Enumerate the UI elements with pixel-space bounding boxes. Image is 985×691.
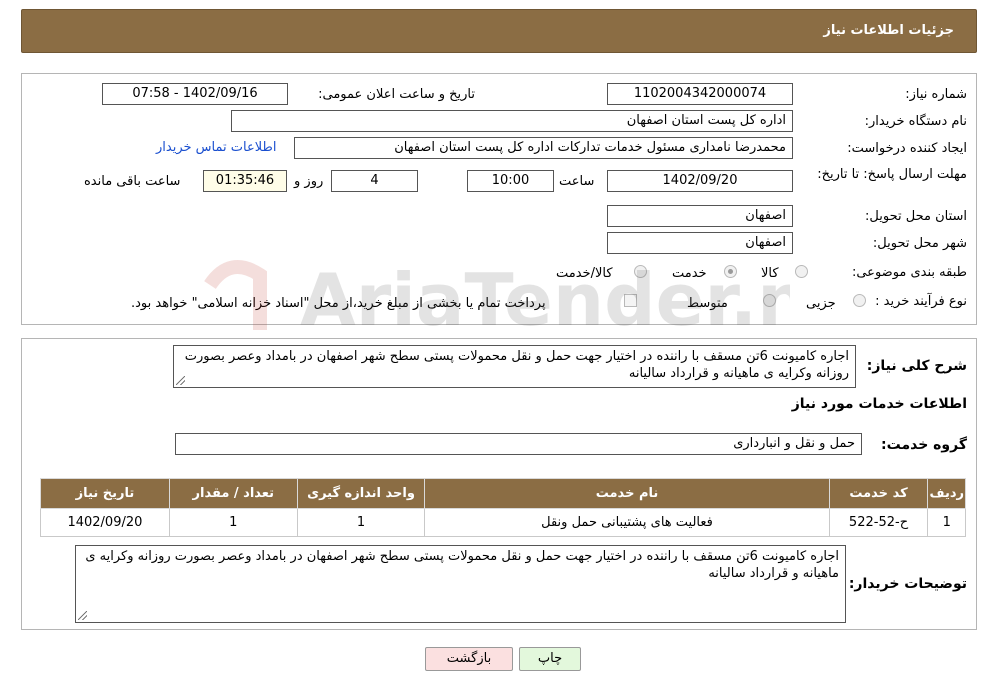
purchase-type-label: نوع فرآیند خرید :	[875, 294, 967, 309]
buyer-notes-textarea: اجاره کامیونت 6تن مسقف با راننده در اختی…	[75, 545, 846, 623]
description-text: اجاره کامیونت 6تن مسقف با راننده در اختی…	[184, 349, 849, 381]
cell-quantity: 1	[168, 508, 298, 537]
deadline-label: مهلت ارسال پاسخ: تا تاریخ:	[817, 167, 967, 182]
print-button[interactable]: چاپ	[519, 647, 581, 671]
col-header-unit: واحد اندازه گیری	[296, 478, 426, 509]
cell-service-name: فعالیت های پشتیبانی حمل ونقل	[424, 508, 830, 537]
page-title: جزئیات اطلاعات نیاز	[823, 23, 954, 38]
remaining-time-label: ساعت باقی مانده	[84, 174, 181, 189]
page-header: جزئیات اطلاعات نیاز	[21, 9, 977, 53]
requester-field: محمدرضا نامداری مسئول خدمات تدارکات ادار…	[294, 137, 793, 159]
col-header-quantity: تعداد / مقدار	[168, 478, 298, 509]
deadline-time-label: ساعت	[559, 174, 595, 189]
description-label: شرح کلی نیاز:	[866, 358, 967, 374]
requester-label: ایجاد کننده درخواست:	[847, 141, 967, 156]
treasury-payment-note: پرداخت تمام یا بخشی از مبلغ خرید،از محل …	[131, 296, 546, 311]
delivery-province-label: استان محل تحویل:	[865, 209, 967, 224]
buyer-contact-link[interactable]: اطلاعات تماس خریدار	[156, 140, 276, 155]
category-option-goods-service: کالا/خدمت	[556, 266, 613, 281]
buyer-org-field: اداره کل پست استان اصفهان	[231, 110, 793, 132]
days-label: روز و	[294, 174, 324, 189]
purchase-type-radio-minor[interactable]	[853, 294, 866, 307]
deadline-time-field: 10:00	[467, 170, 554, 192]
deadline-date-field: 1402/09/20	[607, 170, 793, 192]
services-section-title: اطلاعات خدمات مورد نیاز	[791, 396, 967, 412]
purchase-type-option-minor: جزیی	[806, 296, 836, 311]
announce-datetime-field: 1402/09/16 - 07:58	[102, 83, 288, 105]
delivery-city-field: اصفهان	[607, 232, 793, 254]
col-header-service-name: نام خدمت	[424, 478, 830, 509]
cell-need-date: 1402/09/20	[40, 508, 170, 537]
treasury-payment-checkbox[interactable]	[624, 294, 637, 307]
purchase-type-radio-medium[interactable]	[763, 294, 776, 307]
col-header-need-date: تاریخ نیاز	[40, 478, 170, 509]
cell-unit: 1	[296, 508, 426, 537]
table-row: 1 ح-52-522 فعالیت های پشتیبانی حمل ونقل …	[40, 508, 966, 537]
back-button[interactable]: بازگشت	[425, 647, 513, 671]
resize-grip-icon[interactable]	[78, 611, 87, 620]
service-group-label: گروه خدمت:	[881, 437, 967, 453]
need-number-field: 1102004342000074	[607, 83, 793, 105]
description-textarea: اجاره کامیونت 6تن مسقف با راننده در اختی…	[173, 345, 856, 388]
cell-service-code: ح-52-522	[828, 508, 929, 537]
delivery-province-field: اصفهان	[607, 205, 793, 227]
need-number-label: شماره نیاز:	[905, 87, 967, 102]
col-header-service-code: کد خدمت	[828, 478, 929, 509]
remaining-days-field: 4	[331, 170, 418, 192]
category-label: طبقه بندی موضوعی:	[851, 265, 967, 280]
category-radio-goods[interactable]	[795, 265, 808, 278]
announce-datetime-label: تاریخ و ساعت اعلان عمومی:	[318, 87, 475, 102]
cell-row-number: 1	[927, 508, 966, 537]
category-option-service: خدمت	[672, 266, 707, 281]
category-option-goods: کالا	[761, 266, 779, 281]
service-group-field: حمل و نقل و انبارداری	[175, 433, 862, 455]
purchase-type-option-medium: متوسط	[687, 296, 728, 311]
resize-grip-icon[interactable]	[176, 376, 185, 385]
table-header-row: ردیف کد خدمت نام خدمت واحد اندازه گیری ت…	[40, 478, 966, 509]
remaining-time-field: 01:35:46	[203, 170, 287, 192]
delivery-city-label: شهر محل تحویل:	[872, 236, 967, 251]
buyer-notes-text: اجاره کامیونت 6تن مسقف با راننده در اختی…	[85, 549, 839, 581]
col-header-row-number: ردیف	[927, 478, 966, 509]
buyer-notes-label: توضیحات خریدار:	[848, 576, 967, 592]
buyer-org-label: نام دستگاه خریدار:	[864, 114, 967, 129]
category-radio-goods-service[interactable]	[634, 265, 647, 278]
category-radio-service[interactable]	[724, 265, 737, 278]
services-table: ردیف کد خدمت نام خدمت واحد اندازه گیری ت…	[40, 478, 966, 537]
